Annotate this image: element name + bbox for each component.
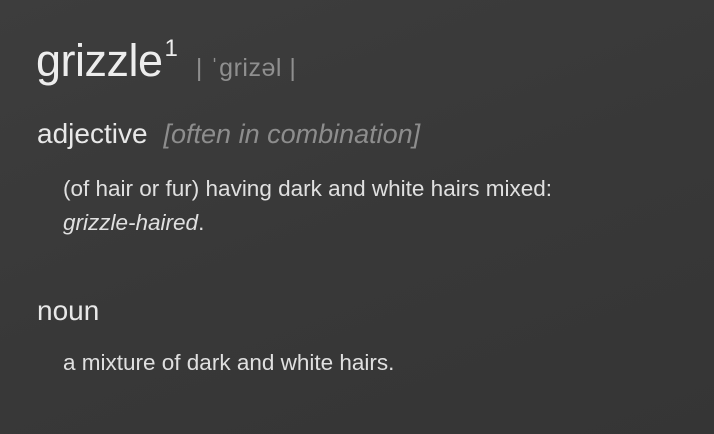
definition-text: a mixture of dark and white hairs. bbox=[63, 350, 395, 375]
headword: grizzle bbox=[36, 35, 163, 86]
pronunciation: | ˈɡrizəl | bbox=[195, 54, 297, 82]
example-text: grizzle-haired bbox=[63, 210, 199, 235]
example-punctuation: . bbox=[198, 210, 205, 235]
homograph-number: 1 bbox=[164, 35, 178, 62]
grammar-note: [often in combination] bbox=[163, 119, 421, 149]
part-of-speech-adjective: adjective [often in combination] bbox=[37, 118, 420, 150]
definition-noun: a mixture of dark and white hairs. bbox=[63, 346, 394, 380]
part-of-speech-noun: noun bbox=[37, 295, 99, 327]
dictionary-entry-panel: grizzle 1 | ˈɡrizəl | adjective [often in… bbox=[0, 0, 714, 434]
definition-text: (of hair or fur) having dark and white h… bbox=[63, 176, 552, 201]
definition-adjective: (of hair or fur) having dark and white h… bbox=[63, 172, 552, 240]
part-of-speech-label: noun bbox=[37, 295, 100, 326]
example-line: grizzle-haired. bbox=[63, 206, 552, 240]
headword-row: grizzle 1 | ˈɡrizəl | bbox=[36, 35, 297, 86]
part-of-speech-label: adjective bbox=[37, 118, 148, 149]
